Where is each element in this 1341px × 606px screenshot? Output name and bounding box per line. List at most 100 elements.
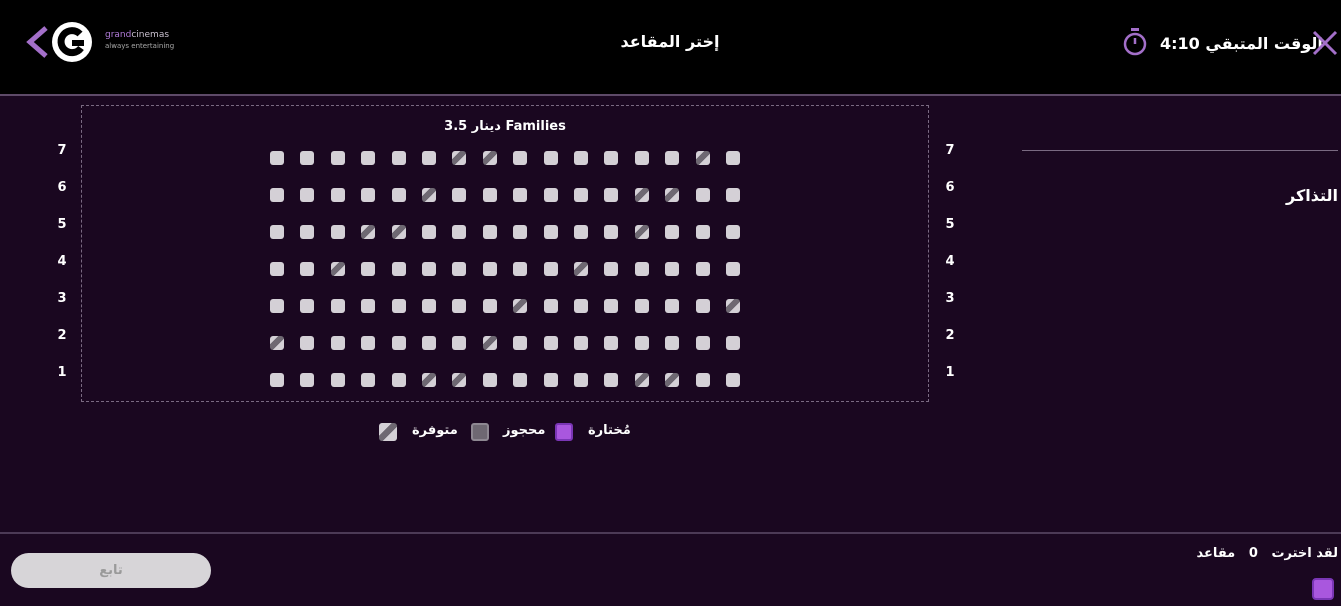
seat-2-1[interactable] [270, 336, 284, 350]
seat-7-13[interactable] [634, 151, 649, 165]
seat-4-5[interactable] [391, 262, 406, 276]
seat-3-10[interactable] [543, 299, 558, 313]
seat-3-11[interactable] [574, 299, 588, 313]
seat-3-3[interactable] [330, 299, 345, 313]
seat-3-1[interactable] [270, 299, 284, 313]
seat-6-15[interactable] [695, 188, 710, 202]
seat-1-16[interactable] [726, 373, 740, 387]
seat-3-6[interactable] [422, 299, 436, 313]
seat-7-16[interactable] [726, 151, 740, 165]
seat-4-2[interactable] [300, 262, 315, 276]
seat-5-15[interactable] [695, 225, 710, 239]
seat-7-12[interactable] [604, 151, 619, 165]
seat-2-13[interactable] [634, 336, 649, 350]
seat-3-15[interactable] [695, 299, 710, 313]
seat-5-16[interactable] [726, 225, 740, 239]
seat-2-4[interactable] [361, 336, 376, 350]
seat-6-12[interactable] [604, 188, 619, 202]
seat-1-10[interactable] [543, 373, 558, 387]
seat-1-15[interactable] [695, 373, 710, 387]
seat-3-12[interactable] [604, 299, 619, 313]
seat-3-16[interactable] [726, 299, 740, 313]
seat-6-5[interactable] [391, 188, 406, 202]
seat-7-10[interactable] [543, 151, 558, 165]
seat-5-12[interactable] [604, 225, 619, 239]
seat-7-4[interactable] [361, 151, 376, 165]
seat-7-11[interactable] [574, 151, 588, 165]
seat-2-12[interactable] [604, 336, 619, 350]
seat-4-3[interactable] [330, 262, 345, 276]
seat-4-9[interactable] [513, 262, 528, 276]
seat-4-15[interactable] [695, 262, 710, 276]
seat-6-6[interactable] [422, 188, 436, 202]
seat-7-5[interactable] [391, 151, 406, 165]
seat-4-4[interactable] [361, 262, 376, 276]
seat-5-3[interactable] [330, 225, 345, 239]
close-icon[interactable] [1312, 30, 1338, 56]
seat-5-11[interactable] [574, 225, 588, 239]
seat-5-7[interactable] [452, 225, 467, 239]
seat-2-6[interactable] [422, 336, 436, 350]
seat-1-9[interactable] [513, 373, 528, 387]
seat-1-12[interactable] [604, 373, 619, 387]
seat-1-2[interactable] [300, 373, 315, 387]
seat-7-6[interactable] [422, 151, 436, 165]
seat-2-11[interactable] [574, 336, 588, 350]
seat-5-14[interactable] [665, 225, 680, 239]
seat-6-1[interactable] [270, 188, 284, 202]
seat-1-3[interactable] [330, 373, 345, 387]
seat-3-14[interactable] [665, 299, 680, 313]
seat-4-1[interactable] [270, 262, 284, 276]
seat-5-8[interactable] [482, 225, 497, 239]
seat-2-16[interactable] [726, 336, 740, 350]
seat-3-8[interactable] [482, 299, 497, 313]
seat-7-8[interactable] [482, 151, 497, 165]
seat-2-14[interactable] [665, 336, 680, 350]
seat-1-13[interactable] [634, 373, 649, 387]
seat-3-7[interactable] [452, 299, 467, 313]
seat-6-4[interactable] [361, 188, 376, 202]
seat-4-10[interactable] [543, 262, 558, 276]
seat-2-9[interactable] [513, 336, 528, 350]
seat-2-3[interactable] [330, 336, 345, 350]
seat-1-7[interactable] [452, 373, 467, 387]
seat-2-15[interactable] [695, 336, 710, 350]
seat-7-2[interactable] [300, 151, 315, 165]
seat-3-13[interactable] [634, 299, 649, 313]
seat-3-2[interactable] [300, 299, 315, 313]
seat-6-10[interactable] [543, 188, 558, 202]
seat-1-4[interactable] [361, 373, 376, 387]
seat-1-8[interactable] [482, 373, 497, 387]
seat-2-8[interactable] [482, 336, 497, 350]
seat-6-16[interactable] [726, 188, 740, 202]
seat-6-11[interactable] [574, 188, 588, 202]
continue-button[interactable]: تابع [11, 553, 211, 588]
seat-7-3[interactable] [330, 151, 345, 165]
seat-4-16[interactable] [726, 262, 740, 276]
seat-2-5[interactable] [391, 336, 406, 350]
seat-6-9[interactable] [513, 188, 528, 202]
seat-1-11[interactable] [574, 373, 588, 387]
seat-2-2[interactable] [300, 336, 315, 350]
seat-6-3[interactable] [330, 188, 345, 202]
seat-6-14[interactable] [665, 188, 680, 202]
seat-6-2[interactable] [300, 188, 315, 202]
seat-7-1[interactable] [270, 151, 284, 165]
seat-5-4[interactable] [361, 225, 376, 239]
seat-4-11[interactable] [574, 262, 588, 276]
seat-5-10[interactable] [543, 225, 558, 239]
seat-6-7[interactable] [452, 188, 467, 202]
seat-7-15[interactable] [695, 151, 710, 165]
seat-5-2[interactable] [300, 225, 315, 239]
seat-1-1[interactable] [270, 373, 284, 387]
seat-7-7[interactable] [452, 151, 467, 165]
seat-4-8[interactable] [482, 262, 497, 276]
seat-7-9[interactable] [513, 151, 528, 165]
seat-5-6[interactable] [422, 225, 436, 239]
seat-3-4[interactable] [361, 299, 376, 313]
back-arrow-icon[interactable] [22, 24, 52, 60]
seat-4-7[interactable] [452, 262, 467, 276]
seat-7-14[interactable] [665, 151, 680, 165]
seat-4-14[interactable] [665, 262, 680, 276]
seat-3-9[interactable] [513, 299, 528, 313]
